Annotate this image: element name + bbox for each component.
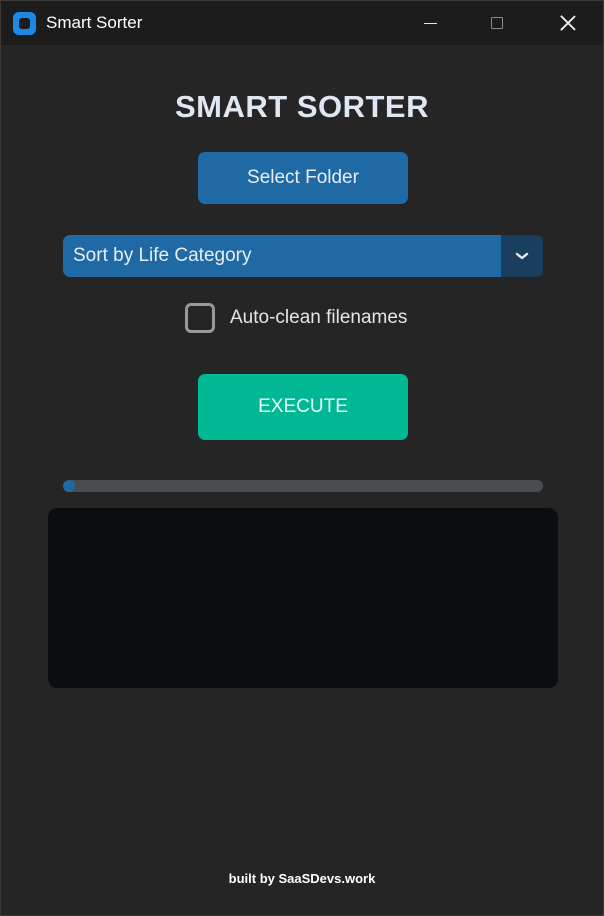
app-logo-icon (13, 12, 36, 35)
page-title: SMART SORTER (175, 89, 429, 124)
sort-mode-dropdown[interactable]: Sort by Life Category (63, 235, 543, 277)
maximize-icon (491, 17, 503, 29)
progress-bar-fill (63, 480, 75, 492)
select-folder-button[interactable]: Select Folder (198, 152, 408, 204)
app-window: Smart Sorter SMART SORTER Select Folder … (0, 0, 604, 916)
execute-button[interactable]: EXECUTE (198, 374, 408, 440)
main-content: SMART SORTER Select Folder Sort by Life … (1, 45, 603, 915)
dropdown-arrow-button[interactable] (501, 235, 543, 277)
sort-mode-selected-value: Sort by Life Category (73, 245, 252, 266)
auto-clean-checkbox[interactable] (185, 303, 215, 333)
auto-clean-option[interactable]: Auto-clean filenames (185, 300, 407, 336)
footer-credit: built by SaaSDevs.work (228, 871, 376, 886)
auto-clean-label: Auto-clean filenames (230, 307, 408, 328)
progress-bar (63, 480, 543, 492)
maximize-button[interactable] (474, 1, 520, 45)
close-button[interactable] (545, 1, 591, 45)
minimize-button[interactable] (407, 1, 453, 45)
minimize-icon (423, 22, 437, 24)
close-icon (560, 15, 576, 31)
chevron-down-icon (515, 252, 529, 260)
title-bar[interactable]: Smart Sorter (1, 1, 603, 45)
log-output[interactable] (48, 508, 558, 688)
window-title: Smart Sorter (46, 13, 143, 32)
